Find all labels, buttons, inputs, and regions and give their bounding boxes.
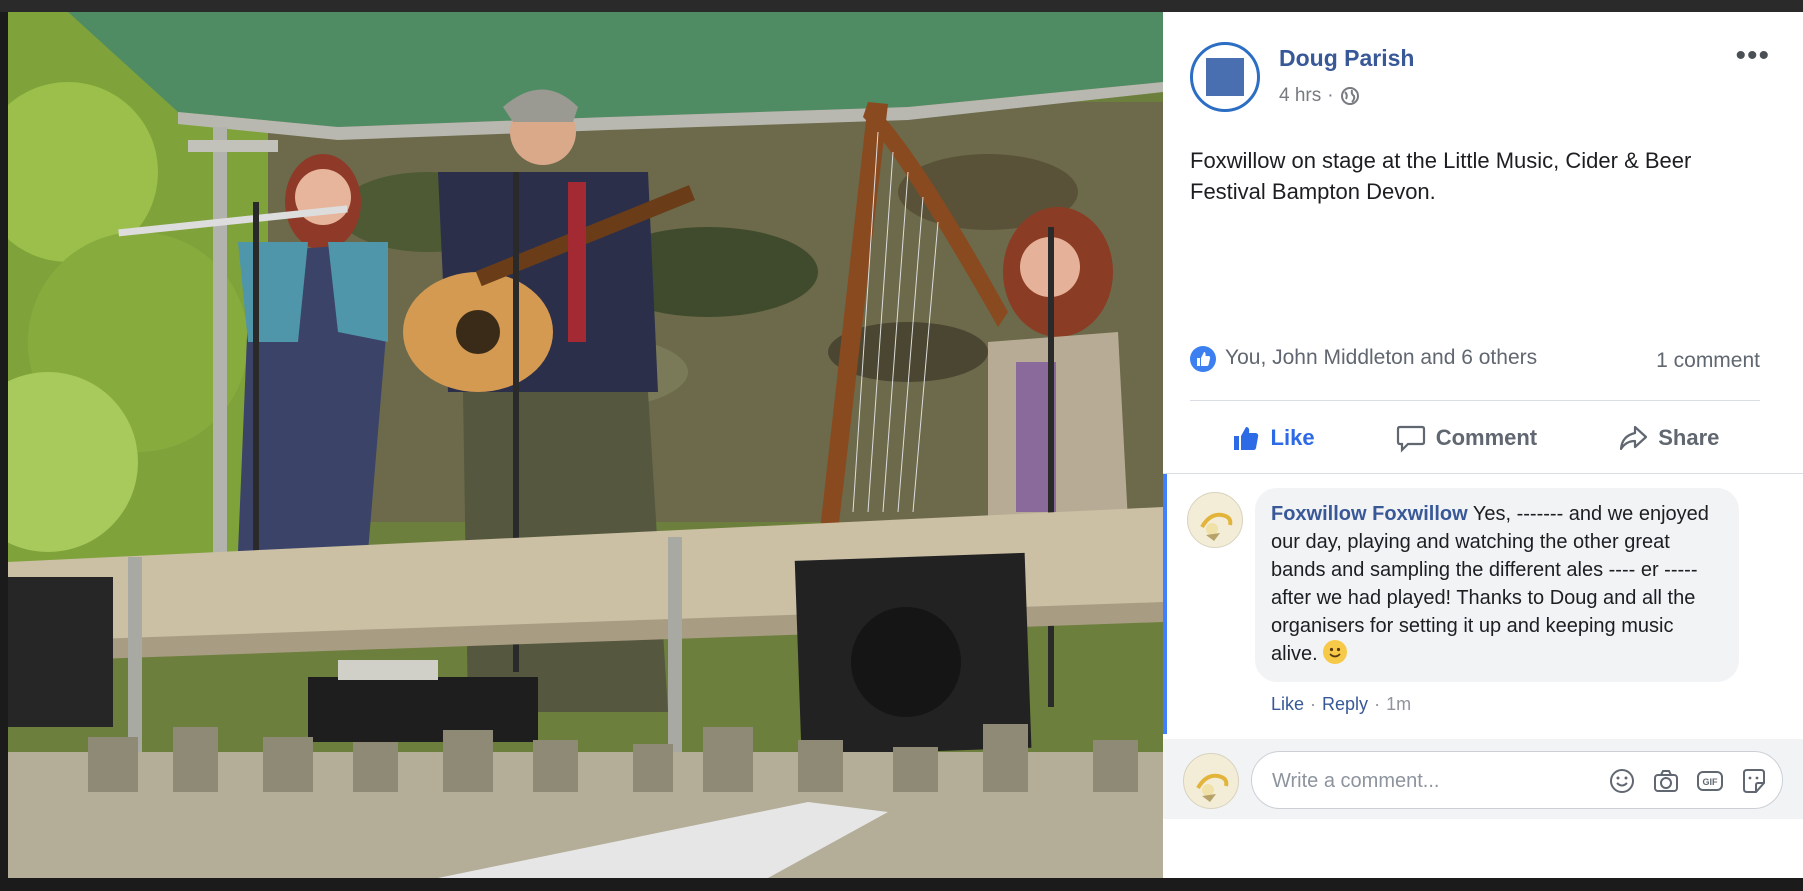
comment-like-link[interactable]: Like <box>1271 694 1304 715</box>
globe-icon[interactable] <box>1340 86 1360 106</box>
comment-icon <box>1396 425 1425 453</box>
comment-reply-link[interactable]: Reply <box>1322 694 1368 715</box>
more-options-icon[interactable]: ••• <box>1735 41 1770 71</box>
comments-section: Foxwillow Foxwillow Yes, ------- and we … <box>1163 473 1803 878</box>
svg-text:GIF: GIF <box>1703 777 1719 787</box>
composer-avatar <box>1183 753 1239 809</box>
separator: · <box>1310 694 1317 714</box>
divider <box>1190 400 1760 401</box>
comment-bubble: Foxwillow Foxwillow Yes, ------- and we … <box>1255 488 1739 682</box>
gif-icon[interactable]: GIF <box>1696 767 1724 795</box>
sticker-icon[interactable] <box>1740 767 1768 795</box>
smiley-emoji-icon <box>1323 640 1348 664</box>
post-panel: Doug Parish 4 hrs · ••• Foxwillow on sta… <box>1163 12 1803 878</box>
reaction-names[interactable]: You, John Middleton and 6 others <box>1225 346 1537 370</box>
like-icon <box>1233 427 1258 450</box>
like-label: Like <box>1270 425 1315 450</box>
share-label: Share <box>1658 425 1720 450</box>
share-icon <box>1620 425 1648 451</box>
meta-separator: · <box>1327 85 1334 106</box>
comment-actions: Like · Reply · 1m <box>1271 694 1411 715</box>
comment-button[interactable]: Comment <box>1396 423 1537 453</box>
photo-illustration <box>8 12 1163 878</box>
comment-count[interactable]: 1 comment <box>1656 349 1760 373</box>
camera-icon[interactable] <box>1652 767 1680 795</box>
comment-time[interactable]: 1m <box>1386 694 1411 715</box>
comment-composer: GIF <box>1163 739 1803 819</box>
post-time[interactable]: 4 hrs <box>1279 85 1321 107</box>
thumbs-up-icon <box>1190 346 1216 372</box>
commenter-avatar[interactable] <box>1187 492 1243 548</box>
post-header: Doug Parish 4 hrs · ••• <box>1163 12 1803 132</box>
author-avatar[interactable] <box>1190 42 1260 112</box>
comment-item: Foxwillow Foxwillow Yes, ------- and we … <box>1163 474 1803 734</box>
reactions-bar[interactable]: You, John Middleton and 6 others 1 comme… <box>1190 343 1760 375</box>
comment-input-box[interactable]: GIF <box>1251 751 1783 809</box>
comment-label: Comment <box>1435 425 1538 450</box>
separator: · <box>1374 694 1381 714</box>
smiley-icon[interactable] <box>1608 767 1636 795</box>
post-actions: Like Comment Share <box>1190 412 1760 464</box>
post-text: Foxwillow on stage at the Little Music, … <box>1190 148 1692 204</box>
post-meta: 4 hrs · <box>1279 85 1360 107</box>
like-button[interactable]: Like <box>1231 423 1315 453</box>
author-name[interactable]: Doug Parish <box>1279 45 1414 72</box>
comment-input[interactable] <box>1272 766 1532 796</box>
share-button[interactable]: Share <box>1618 423 1719 453</box>
commenter-name[interactable]: Foxwillow Foxwillow <box>1271 503 1468 525</box>
background-strip <box>0 0 1803 12</box>
post-photo[interactable] <box>8 12 1163 878</box>
composer-icons: GIF <box>1608 767 1768 795</box>
